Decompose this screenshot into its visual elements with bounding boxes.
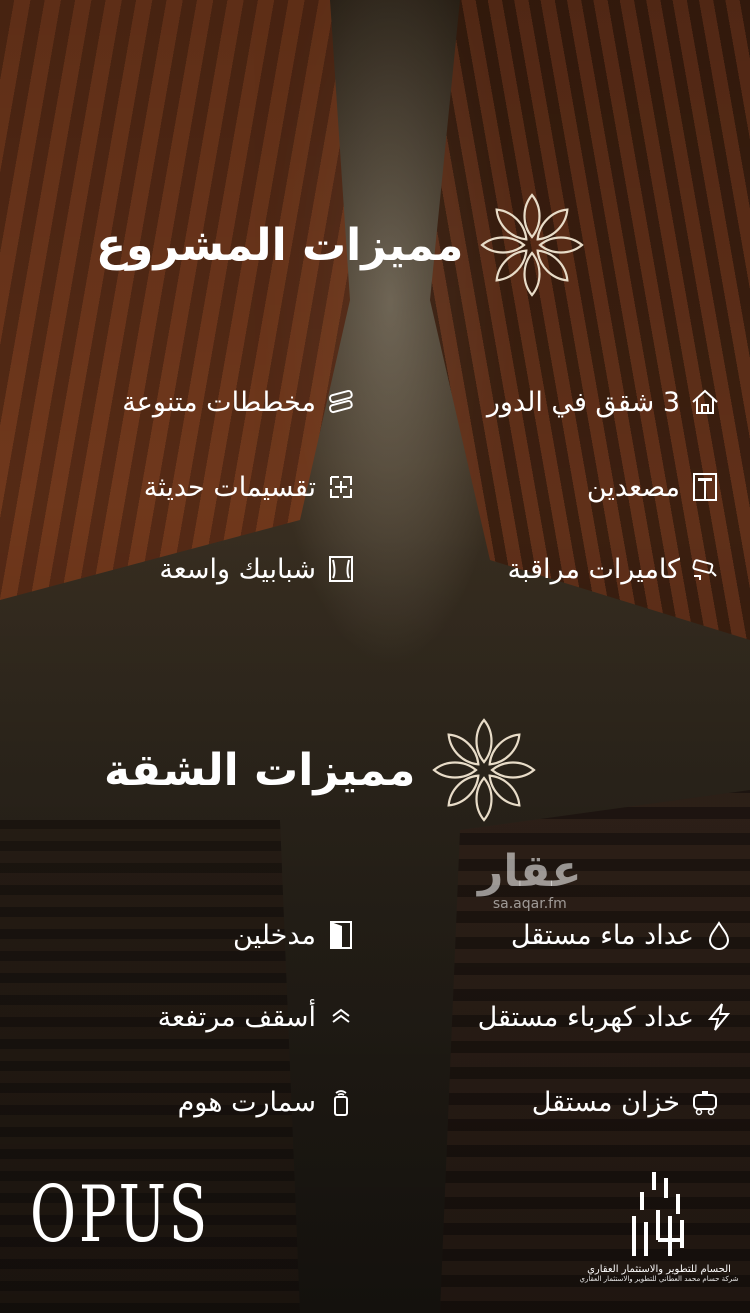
flower-icon <box>432 718 537 822</box>
feature-label: عداد كهرباء مستقل <box>477 1001 694 1033</box>
feature-label: مدخلين <box>233 919 316 951</box>
feature-label: خزان مستقل <box>531 1086 680 1118</box>
tank-icon <box>688 1085 722 1119</box>
water-drop-icon <box>702 918 736 952</box>
feature-label: تقسيمات حديثة <box>143 471 316 503</box>
feature-label: سمارت هوم <box>177 1086 316 1118</box>
watermark-url: sa.aqar.fm <box>492 896 567 912</box>
aqar-watermark: عقار sa.aqar.fm <box>478 846 582 913</box>
feature-modern-layouts: تقسيمات حديثة <box>144 470 358 504</box>
lightning-icon <box>702 1000 736 1034</box>
feature-smart-home: سمارت هوم <box>178 1085 358 1119</box>
company-name: الحسام للتطوير والاستثمار العقاري <box>587 1264 731 1275</box>
apartment-features-heading: مميزات الشقة <box>104 715 539 825</box>
feature-independent-tank: خزان مستقل <box>532 1085 722 1119</box>
feature-two-entrances: مدخلين <box>233 918 358 952</box>
feature-label: مخططات متنوعة <box>122 386 316 418</box>
chevron-up-icon <box>324 1000 358 1034</box>
feature-label: مصعدين <box>586 471 680 503</box>
feature-electric-meter: عداد كهرباء مستقل <box>478 1000 736 1034</box>
feature-high-ceilings: أسقف مرتفعة <box>158 1000 358 1034</box>
feature-water-meter: عداد ماء مستقل <box>511 918 736 952</box>
apartment-features-title: مميزات الشقة <box>104 744 416 796</box>
floorplan-icon <box>324 470 358 504</box>
watermark-brand: عقار <box>478 846 582 897</box>
project-features-title: مميزات المشروع <box>96 219 464 271</box>
feature-two-elevators: مصعدين <box>587 470 722 504</box>
house-icon <box>688 385 722 419</box>
feature-wide-windows: شبابيك واسعة <box>159 552 358 586</box>
elevator-icon <box>688 470 722 504</box>
feature-label: أسقف مرتفعة <box>157 1001 316 1033</box>
feature-security-cameras: كاميرات مراقبة <box>508 552 722 586</box>
feature-label: 3 شقق في الدور <box>486 386 680 418</box>
company-logo: الحسام للتطوير والاستثمار العقاري شركة ح… <box>574 1170 744 1290</box>
feature-label: عداد ماء مستقل <box>510 919 694 951</box>
door-icon <box>324 918 358 952</box>
flower-icon <box>480 193 585 297</box>
smartphone-icon <box>324 1085 358 1119</box>
feature-label: شبابيك واسعة <box>159 553 316 585</box>
camera-icon <box>688 552 722 586</box>
feature-floor-apartments: 3 شقق في الدور <box>487 385 722 419</box>
company-subtitle: شركة حسام محمد العطاني للتطوير والاستثما… <box>579 1275 739 1283</box>
feature-label: كاميرات مراقبة <box>507 553 680 585</box>
blueprint-icon <box>324 385 358 419</box>
opus-logo: OPUS <box>30 1170 211 1260</box>
building-logo-icon <box>632 1172 684 1256</box>
feature-various-plans: مخططات متنوعة <box>122 385 358 419</box>
project-features-heading: مميزات المشروع <box>96 190 587 300</box>
window-icon <box>324 552 358 586</box>
